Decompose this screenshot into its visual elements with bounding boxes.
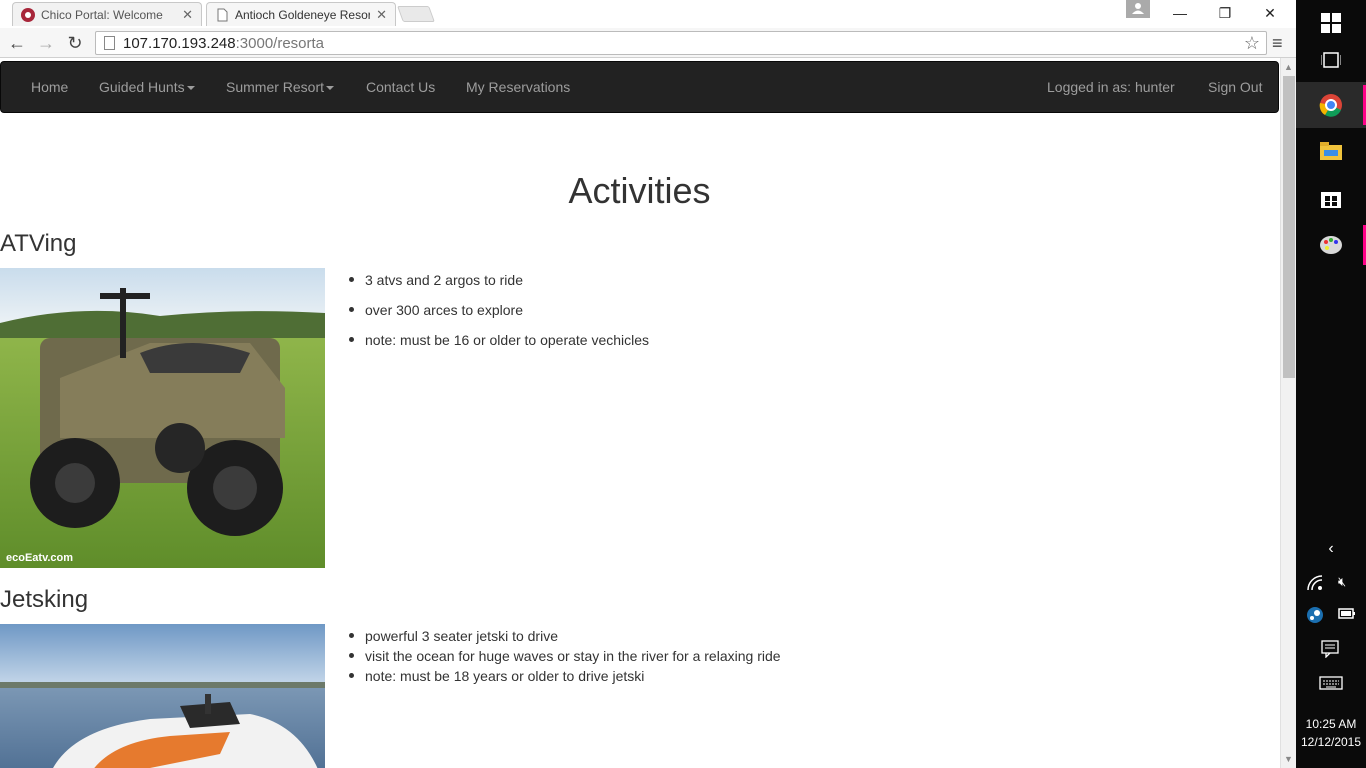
close-tab-icon[interactable]: ✕ (376, 7, 387, 23)
forward-arrow-icon[interactable]: → (35, 32, 57, 54)
caret-down-icon (326, 86, 335, 91)
page-favicon-icon (215, 8, 229, 22)
taskbar-paint[interactable] (1296, 222, 1366, 268)
sign-out-link[interactable]: Sign Out (1208, 62, 1262, 112)
windows-logo-icon (1321, 13, 1341, 33)
url-host: 107.170.193.248 (123, 34, 236, 52)
activity-title-atving: ATVing (0, 230, 77, 257)
profile-icon[interactable] (1126, 0, 1150, 18)
taskbar-file-explorer[interactable] (1296, 128, 1366, 174)
store-icon (1321, 192, 1341, 208)
back-arrow-icon[interactable]: ← (6, 32, 28, 54)
wifi-icon[interactable] (1306, 574, 1326, 594)
new-tab-button[interactable] (397, 6, 435, 22)
list-item: visit the ocean for huge waves or stay i… (349, 648, 781, 664)
image-watermark: ecoEatv.com (6, 552, 74, 564)
steam-icon[interactable] (1306, 606, 1326, 626)
scrollbar-thumb[interactable] (1283, 76, 1295, 378)
jetsking-bullet-list: powerful 3 seater jetski to drive visit … (349, 626, 781, 686)
scroll-up-arrow-icon[interactable]: ▲ (1284, 62, 1293, 72)
vertical-scrollbar[interactable]: ▲ ▼ (1280, 58, 1296, 768)
clock-date[interactable]: 12/12/2015 (1296, 735, 1366, 749)
site-navbar: Home Guided Hunts Summer Resort Contact … (0, 61, 1279, 113)
nav-summer-resort-label: Summer Resort (226, 79, 325, 95)
tab-label: Antioch Goldeneye Resort (235, 7, 371, 22)
browser-window: Chico Portal: Welcome ✕ Antioch Goldeney… (0, 0, 1296, 768)
windows-taskbar: ‹ 🔇︎ 10:25 AM 12/12/2015 (1296, 0, 1366, 768)
tab-strip: Chico Portal: Welcome ✕ Antioch Goldeney… (0, 0, 1296, 28)
tab-antioch-resort[interactable]: Antioch Goldeneye Resort ✕ (206, 2, 396, 26)
show-hidden-icons-chevron-icon[interactable]: ‹ (1296, 527, 1366, 571)
address-bar[interactable]: 107.170.193.248:3000/resorta ☆ (95, 31, 1267, 55)
folder-icon (1320, 142, 1342, 160)
action-center-icon[interactable] (1321, 640, 1341, 660)
atv-image: ecoEatv.com (0, 268, 325, 568)
close-window-icon[interactable]: ✕ (1250, 2, 1290, 24)
bookmark-star-icon[interactable]: ☆ (1244, 33, 1260, 54)
taskbar-chrome[interactable] (1296, 82, 1366, 128)
list-item: note: must be 18 years or older to drive… (349, 666, 781, 686)
battery-icon[interactable] (1338, 606, 1358, 626)
task-view-button[interactable] (1296, 37, 1366, 83)
clock-time[interactable]: 10:25 AM (1296, 717, 1366, 731)
chrome-menu-icon[interactable]: ≡ (1272, 32, 1290, 54)
nav-home[interactable]: Home (31, 62, 68, 112)
minimize-icon[interactable]: — (1160, 2, 1200, 24)
restore-icon[interactable]: ❐ (1205, 2, 1245, 24)
task-view-icon (1321, 52, 1341, 68)
page-title: Activities (568, 170, 711, 211)
volume-muted-icon[interactable]: 🔇︎ (1338, 574, 1358, 594)
page-icon (104, 36, 115, 50)
list-item: 3 atvs and 2 argos to ride (348, 270, 649, 290)
activity-title-jetsking: Jetsking (0, 586, 89, 613)
paint-palette-icon (1320, 236, 1342, 254)
atving-bullet-list: 3 atvs and 2 argos to ride over 300 arce… (348, 270, 650, 350)
reload-icon[interactable]: ↻ (64, 32, 86, 54)
chico-favicon-icon (21, 7, 35, 22)
tab-chico-portal[interactable]: Chico Portal: Welcome ✕ (12, 2, 202, 26)
browser-toolbar: ← → ↻ 107.170.193.248:3000/resorta ☆ ≡ (0, 28, 1296, 58)
list-item: powerful 3 seater jetski to drive (349, 626, 781, 646)
touch-keyboard-icon[interactable] (1319, 676, 1343, 692)
nav-contact-us[interactable]: Contact Us (366, 62, 435, 112)
nav-summer-resort[interactable]: Summer Resort (226, 62, 335, 112)
logged-in-user[interactable]: Logged in as: hunter (1047, 62, 1175, 112)
jetski-image (0, 624, 325, 768)
chrome-icon (1319, 94, 1342, 117)
close-tab-icon[interactable]: ✕ (182, 7, 193, 23)
scroll-down-arrow-icon[interactable]: ▼ (1284, 754, 1293, 764)
caret-down-icon (186, 86, 195, 91)
list-item: over 300 arces to explore (348, 300, 649, 320)
tab-label: Chico Portal: Welcome (41, 7, 163, 22)
nav-guided-hunts[interactable]: Guided Hunts (99, 62, 195, 112)
url-path: :3000/resorta (235, 34, 325, 52)
nav-guided-hunts-label: Guided Hunts (99, 79, 185, 95)
page-viewport: Home Guided Hunts Summer Resort Contact … (0, 58, 1280, 768)
list-item: note: must be 16 or older to operate vec… (348, 332, 650, 348)
taskbar-store[interactable] (1296, 175, 1366, 221)
nav-my-reservations[interactable]: My Reservations (466, 62, 570, 112)
